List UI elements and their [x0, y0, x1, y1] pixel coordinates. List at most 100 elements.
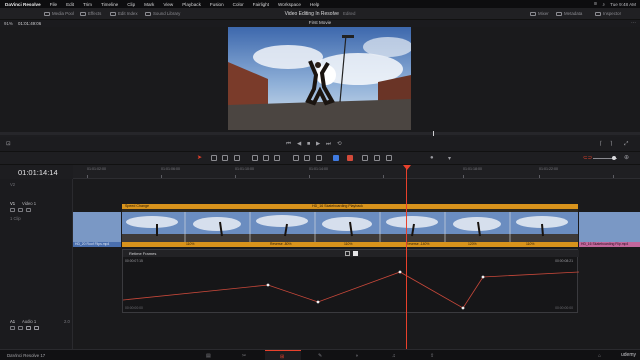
scrubber-playhead[interactable]	[433, 131, 434, 136]
viewer-scrubber[interactable]	[0, 131, 640, 136]
audio-autoselect-icon[interactable]	[18, 326, 23, 330]
menu-timeline[interactable]: Timeline	[101, 2, 118, 7]
home-icon[interactable]: ⌂	[598, 353, 601, 359]
menu-workspace[interactable]: Workspace	[278, 2, 301, 7]
timeline-options-icon[interactable]: ▾	[448, 155, 451, 162]
color-page-icon[interactable]: ◑	[355, 353, 358, 359]
menu-clip[interactable]: Clip	[127, 2, 135, 7]
cut-page-icon[interactable]: ✂	[242, 353, 246, 359]
dynamic-trim-icon[interactable]	[222, 155, 228, 161]
audio-solo-icon[interactable]	[26, 326, 31, 330]
clip-thumbnail-strip[interactable]	[122, 212, 578, 242]
zoom-custom-icon[interactable]	[386, 155, 392, 161]
track-v1-name[interactable]: Video 1	[22, 201, 36, 206]
viewer: First Movie	[0, 20, 640, 135]
replace-clip-icon[interactable]	[274, 155, 280, 161]
metadata-button[interactable]: Metadata	[556, 11, 582, 16]
search-icon[interactable]: ⌕	[603, 2, 606, 7]
track-a1-name[interactable]: Audio 1	[22, 319, 36, 324]
menu-edit[interactable]: Edit	[66, 2, 74, 7]
go-to-end-icon[interactable]: ⏭	[326, 141, 331, 148]
segment-speed: 120%	[468, 242, 477, 246]
clip-bar-speed-segments[interactable]: 110% Reverse -80% 110% Reverse -140% 120…	[122, 242, 578, 247]
viewer-mode-icon[interactable]: ⊡	[6, 141, 11, 147]
mark-in-icon[interactable]: ⌈	[600, 141, 602, 147]
udemy-watermark: udemy	[620, 352, 636, 358]
media-page-icon[interactable]: ▤	[206, 353, 211, 359]
trim-tool-icon[interactable]	[211, 155, 217, 161]
track-a1-label[interactable]: A1	[10, 319, 15, 324]
track-visibility-icon[interactable]	[26, 208, 31, 212]
track-autoselect-icon[interactable]	[18, 208, 23, 212]
zoom-in-icon[interactable]: ⊕	[624, 154, 629, 161]
edit-page-active[interactable]: ⊞	[265, 350, 301, 360]
deliver-page-icon[interactable]: ⇪	[430, 353, 434, 359]
menu-view[interactable]: View	[163, 2, 173, 7]
track-lock-icon[interactable]	[10, 208, 15, 212]
flag-color-icon[interactable]	[333, 155, 339, 161]
clip-bar-right[interactable]: HD_16 Skateboarding Flip.mp4	[579, 242, 640, 247]
timeline-ruler[interactable]: 01:01:02:00 01:01:06:00 01:01:10:00 01:0…	[73, 165, 640, 179]
timeline-tracks: Speed Change HD_16 Skateboarding Playbac…	[73, 179, 640, 349]
menu-playback[interactable]: Playback	[182, 2, 201, 7]
position-lock-icon[interactable]	[316, 155, 322, 161]
menu-fairlight[interactable]: Fairlight	[253, 2, 269, 7]
selection-tool-icon[interactable]: ➤	[197, 154, 202, 161]
timeline-zoom-knob[interactable]	[612, 156, 616, 160]
play-icon[interactable]: ▶	[316, 141, 320, 147]
fairlight-page-icon[interactable]: ♫	[392, 353, 396, 359]
ruler-tick	[161, 175, 162, 178]
menu-file[interactable]: File	[50, 2, 57, 7]
menubar-status: ≋ ⌕ Tue 9:48 AM	[594, 0, 636, 8]
menu-help[interactable]: Help	[310, 2, 319, 7]
zoom-detail-icon[interactable]	[374, 155, 380, 161]
timeline-timecode[interactable]: 01:01:14:14	[18, 168, 58, 177]
fusion-page-icon[interactable]: ✎	[318, 353, 322, 359]
blade-tool-icon[interactable]	[234, 155, 240, 161]
mark-out-icon[interactable]: ⌉	[610, 141, 612, 147]
audio-monitor-icon[interactable]: ●	[430, 155, 434, 161]
clip-thumbnail[interactable]	[73, 212, 121, 242]
menu-color[interactable]: Color	[233, 2, 244, 7]
retime-curve-editor: Retime Frames 00:00:07:15 00:00:08:21 00…	[122, 249, 579, 314]
go-to-start-icon[interactable]: ⏮	[286, 141, 291, 148]
interface-toolbar: Media Pool Effects Edit Index Sound Libr…	[0, 8, 640, 20]
playhead-handle-icon[interactable]	[403, 165, 411, 170]
linked-selection-icon[interactable]	[304, 155, 310, 161]
audio-lock-icon[interactable]	[10, 326, 15, 330]
track-v1-clip-count: 1 Clip	[10, 216, 21, 221]
timeline-playhead[interactable]	[406, 165, 407, 350]
segment-speed: 110%	[344, 242, 353, 246]
menu-app-name[interactable]: DaVinci Resolve	[5, 2, 41, 7]
play-reverse-icon[interactable]: ◀	[297, 141, 301, 147]
stop-icon[interactable]: ■	[307, 141, 310, 147]
metadata-icon	[556, 11, 562, 16]
wifi-icon[interactable]: ≋	[594, 1, 598, 7]
retime-keyframe	[481, 275, 485, 279]
marker-color-icon[interactable]	[347, 155, 353, 161]
inspector-button[interactable]: Inspector	[595, 11, 621, 16]
menu-trim[interactable]: Trim	[83, 2, 92, 7]
clip-filmstrip	[122, 212, 578, 242]
menu-mark[interactable]: Mark	[144, 2, 154, 7]
audio-mute-icon[interactable]	[34, 326, 39, 330]
menu-fusion[interactable]: Fusion	[210, 2, 224, 7]
snapping-icon[interactable]	[293, 155, 299, 161]
insert-clip-icon[interactable]	[252, 155, 258, 161]
track-v1-label[interactable]: V1	[10, 201, 15, 206]
page-navigation-bar: DaVinci Resolve 17 ▤ ✂ ⊞ ✎ ◑ ♫ ⇪ ⌂ udemy	[0, 349, 640, 360]
retime-curve[interactable]	[123, 250, 579, 314]
loop-icon[interactable]: ⟲	[337, 141, 342, 147]
clip-bar-left[interactable]: HD_20 Roof Flips.mp4	[73, 242, 121, 247]
zoom-full-icon[interactable]	[362, 155, 368, 161]
project-title-text: Video Editing In Resolve	[284, 11, 339, 17]
overwrite-clip-icon[interactable]	[263, 155, 269, 161]
clock-text[interactable]: Tue 9:48 AM	[610, 2, 636, 7]
fullscreen-icon[interactable]: ⤢	[624, 141, 628, 148]
audio-level-icon[interactable]: ⊂⊃	[583, 155, 592, 161]
clip-thumbnail[interactable]	[579, 212, 640, 242]
speed-points-strip[interactable]	[122, 209, 578, 212]
ruler-tick-label: 01:01:02:00	[87, 167, 106, 171]
mixer-button[interactable]: Mixer	[530, 11, 549, 16]
edit-page-icon[interactable]: ⊞	[280, 354, 284, 360]
